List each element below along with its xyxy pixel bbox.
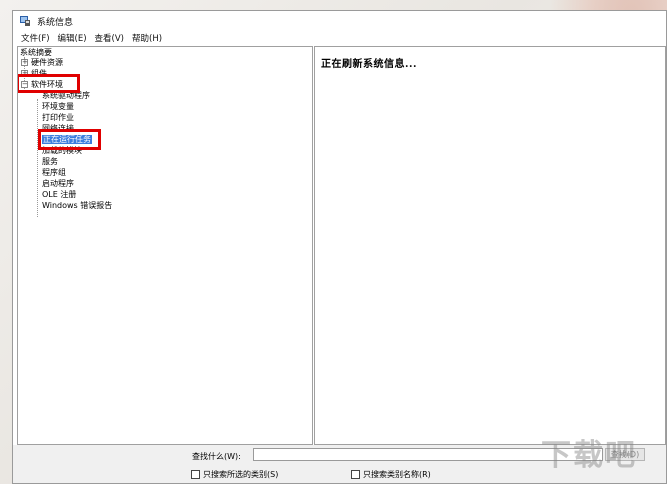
tree-item-label: OLE 注册 — [42, 190, 77, 199]
menu-view[interactable]: 查看(V) — [91, 32, 128, 44]
annotation-box-running-tasks — [38, 129, 101, 150]
system-info-window: 系统信息 文件(F) 编辑(E) 查看(V) 帮助(H) 系统摘要 + 硬件资源… — [12, 10, 667, 484]
tree-item-label: 服务 — [42, 157, 58, 166]
menu-bar: 文件(F) 编辑(E) 查看(V) 帮助(H) — [13, 31, 666, 45]
menu-edit[interactable]: 编辑(E) — [54, 32, 91, 44]
tree-item-label: 程序组 — [42, 168, 66, 177]
checkbox-label: 只搜索所选的类别(S) — [203, 470, 279, 479]
checkbox-search-category-names[interactable]: 只搜索类别名称(R) — [351, 469, 431, 480]
window-title: 系统信息 — [37, 17, 74, 28]
tree-item-label: 启动程序 — [42, 179, 74, 188]
details-pane[interactable]: 正在刷新系统信息... — [314, 46, 666, 445]
refresh-status-text: 正在刷新系统信息... — [321, 59, 417, 70]
tree-item-label: Windows 错误报告 — [42, 201, 113, 210]
tree-item-label: 打印作业 — [42, 113, 74, 122]
tree-item-child[interactable]: Windows 错误报告 — [42, 200, 112, 211]
menu-file[interactable]: 文件(F) — [17, 32, 54, 44]
tree-item-hardware[interactable]: 硬件资源 — [31, 57, 63, 68]
tree-item-child[interactable]: 启动程序 — [42, 178, 74, 189]
tree-item-child[interactable]: 程序组 — [42, 167, 66, 178]
find-label: 查找什么(W): — [192, 452, 241, 461]
checkbox-search-selected-category[interactable]: 只搜索所选的类别(S) — [191, 469, 278, 480]
menu-help[interactable]: 帮助(H) — [128, 32, 166, 44]
tree-item-child[interactable]: 打印作业 — [42, 112, 74, 123]
title-bar[interactable]: 系统信息 — [13, 11, 666, 31]
checkbox-icon[interactable] — [351, 470, 360, 479]
tree-item-label: 环境变量 — [42, 102, 74, 111]
tree-item-child[interactable]: 服务 — [42, 156, 58, 167]
tree-item-child[interactable]: OLE 注册 — [42, 189, 76, 200]
checkbox-icon[interactable] — [191, 470, 200, 479]
annotation-box-software — [18, 74, 80, 93]
expand-plus-icon[interactable]: + — [21, 59, 28, 66]
system-info-app-icon — [20, 16, 30, 26]
watermark-logo: 下载吧 — [541, 438, 637, 473]
tree-item-label: 硬件资源 — [31, 58, 63, 67]
tree-item-label: 系统摘要 — [20, 48, 52, 57]
checkbox-label: 只搜索类别名称(R) — [363, 470, 431, 479]
tree-item-child[interactable]: 环境变量 — [42, 101, 74, 112]
category-tree[interactable]: 系统摘要 + 硬件资源 + 组件 − 软件环境 系统驱动程序 环境变量 打印作业… — [17, 46, 313, 445]
tree-connector — [37, 99, 38, 217]
